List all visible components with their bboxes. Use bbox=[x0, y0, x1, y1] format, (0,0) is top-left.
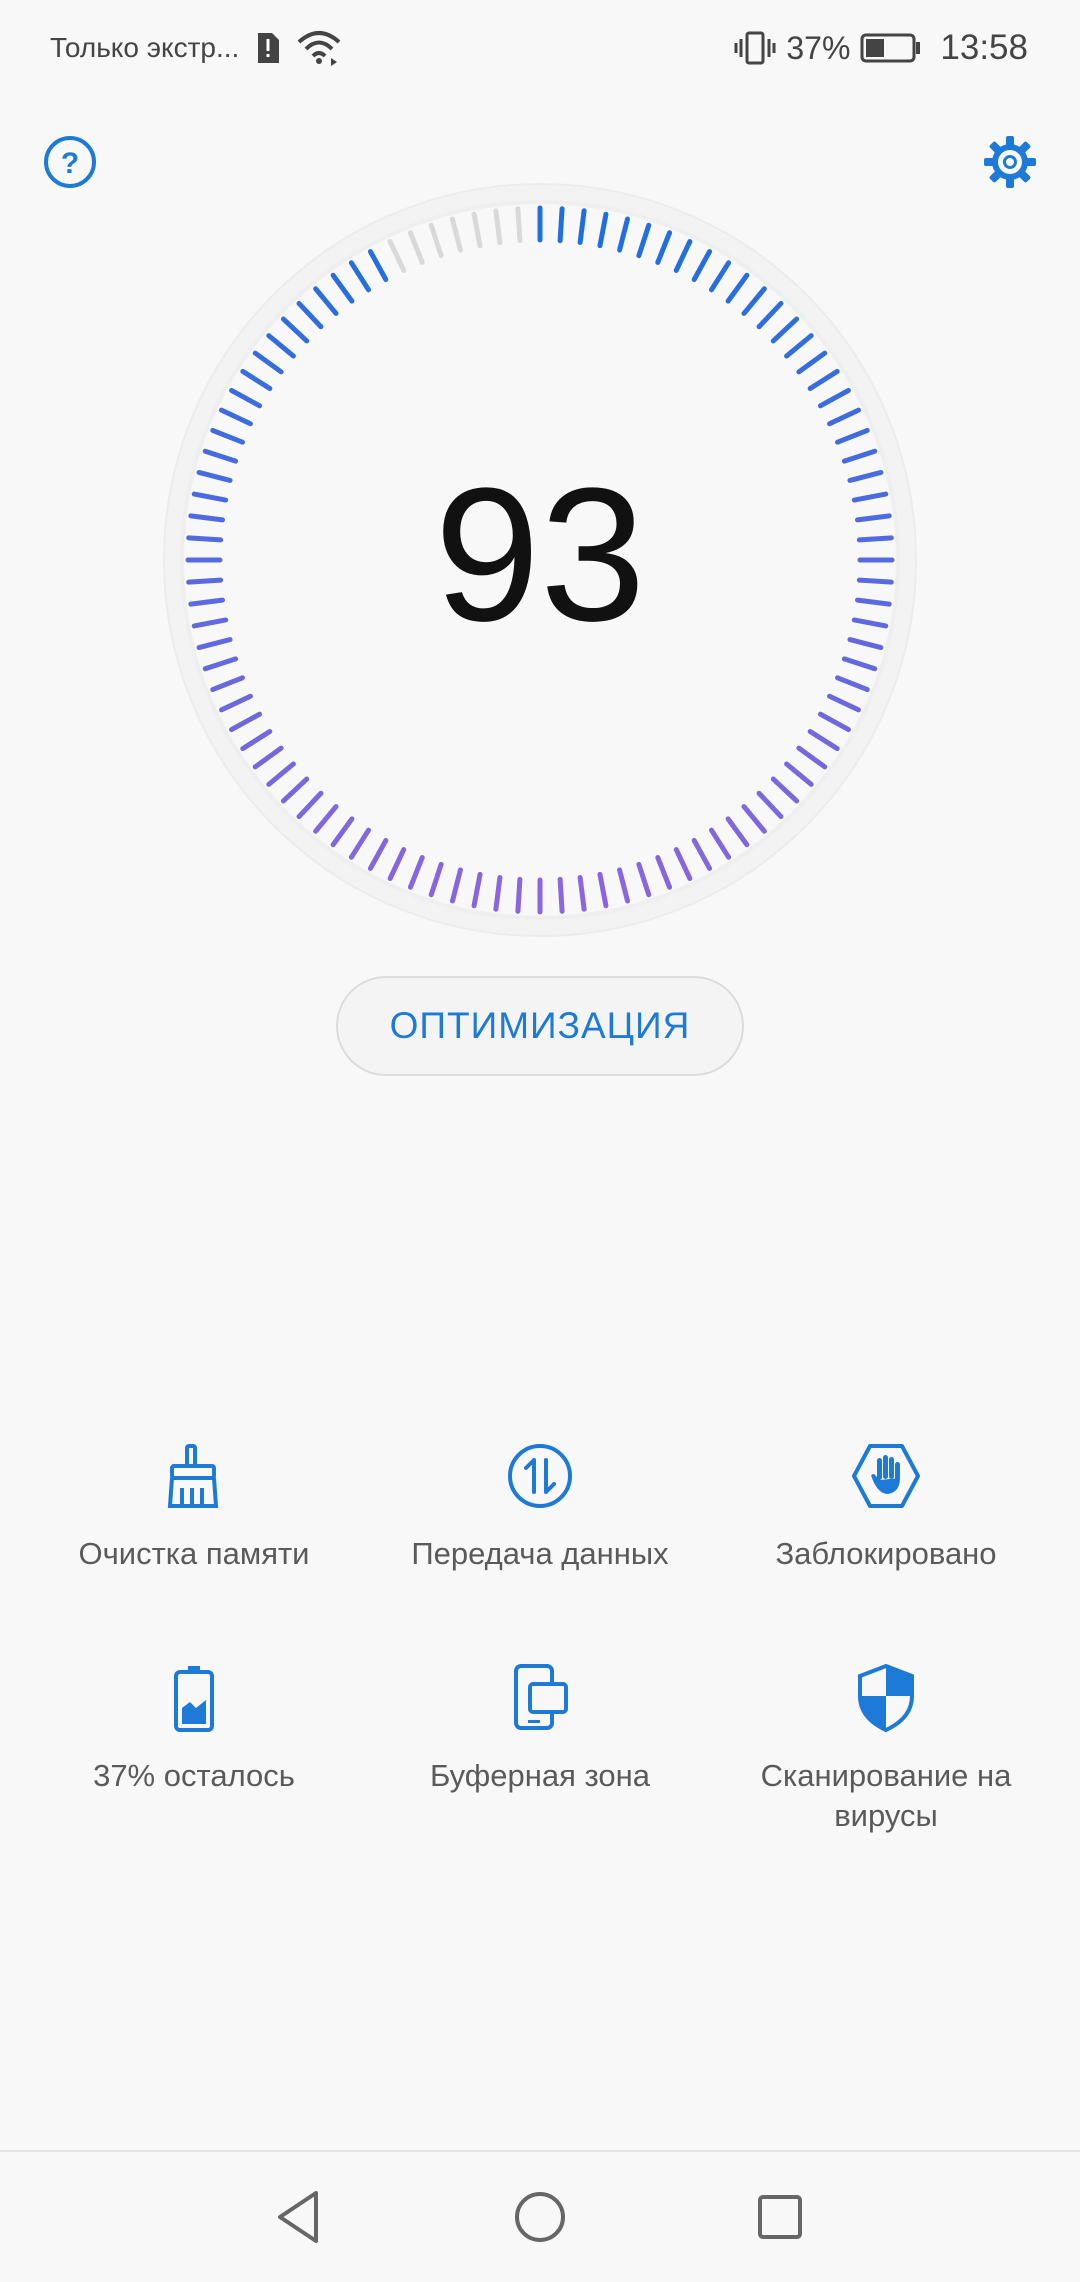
data-transfer-icon bbox=[508, 1444, 572, 1508]
tools-grid: Очистка памяти Передача данных Заблокиро… bbox=[0, 1440, 1080, 1880]
optimize-button[interactable]: ОПТИМИЗАЦИЯ bbox=[336, 976, 744, 1076]
tool-label: Буферная зона bbox=[429, 1758, 651, 1793]
gauge-tick bbox=[515, 876, 523, 914]
back-triangle-icon bbox=[278, 2191, 318, 2243]
navigation-bar bbox=[0, 2150, 1080, 2282]
carrier-text: Только экстр... bbox=[50, 32, 240, 63]
tool-label: 37% осталось bbox=[93, 1758, 295, 1793]
nav-recents-button[interactable] bbox=[750, 2187, 810, 2247]
vibrate-icon bbox=[734, 31, 776, 65]
tool-battery[interactable]: 37% осталось bbox=[14, 1662, 374, 1796]
help-circle-icon: ? bbox=[44, 136, 96, 188]
tool-label: Очистка памяти bbox=[78, 1536, 310, 1571]
dual-screen-icon bbox=[514, 1664, 568, 1730]
tool-blocked[interactable]: Заблокировано bbox=[706, 1440, 1066, 1574]
battery-icon bbox=[860, 33, 921, 63]
tool-label: Сканирование на вирусы bbox=[760, 1758, 1012, 1833]
block-hand-icon bbox=[852, 1444, 920, 1508]
gear-icon bbox=[984, 136, 1036, 188]
shield-icon bbox=[858, 1663, 914, 1733]
score-value: 93 bbox=[434, 449, 646, 661]
nav-back-button[interactable] bbox=[270, 2187, 330, 2247]
status-bar: Только экстр... 37% 13:58 bbox=[0, 0, 1080, 96]
nav-home-button[interactable] bbox=[510, 2187, 570, 2247]
tool-memory-cleanup[interactable]: Очистка памяти bbox=[14, 1440, 374, 1574]
home-circle-icon bbox=[515, 2192, 565, 2242]
wifi-icon bbox=[297, 31, 341, 66]
svg-text:?: ? bbox=[61, 147, 79, 180]
tool-data-transfer[interactable]: Передача данных bbox=[360, 1440, 720, 1574]
battery-icon bbox=[174, 1666, 214, 1732]
broom-icon bbox=[167, 1444, 219, 1508]
recents-square-icon bbox=[758, 2195, 802, 2239]
gauge-tick bbox=[515, 206, 523, 244]
settings-button[interactable] bbox=[980, 132, 1040, 192]
clock: 13:58 bbox=[940, 28, 1028, 67]
gauge-tick bbox=[557, 876, 565, 914]
help-button[interactable]: ? bbox=[40, 132, 100, 192]
tool-buffer-zone[interactable]: Буферная зона bbox=[360, 1662, 720, 1796]
sim-alert-icon bbox=[258, 33, 280, 63]
gauge-tick bbox=[557, 206, 565, 244]
tool-label: Передача данных bbox=[411, 1536, 669, 1571]
tool-virus-scan[interactable]: Сканирование на вирусы bbox=[706, 1662, 1066, 1836]
battery-percent: 37% bbox=[786, 29, 851, 66]
tool-label: Заблокировано bbox=[775, 1536, 997, 1571]
